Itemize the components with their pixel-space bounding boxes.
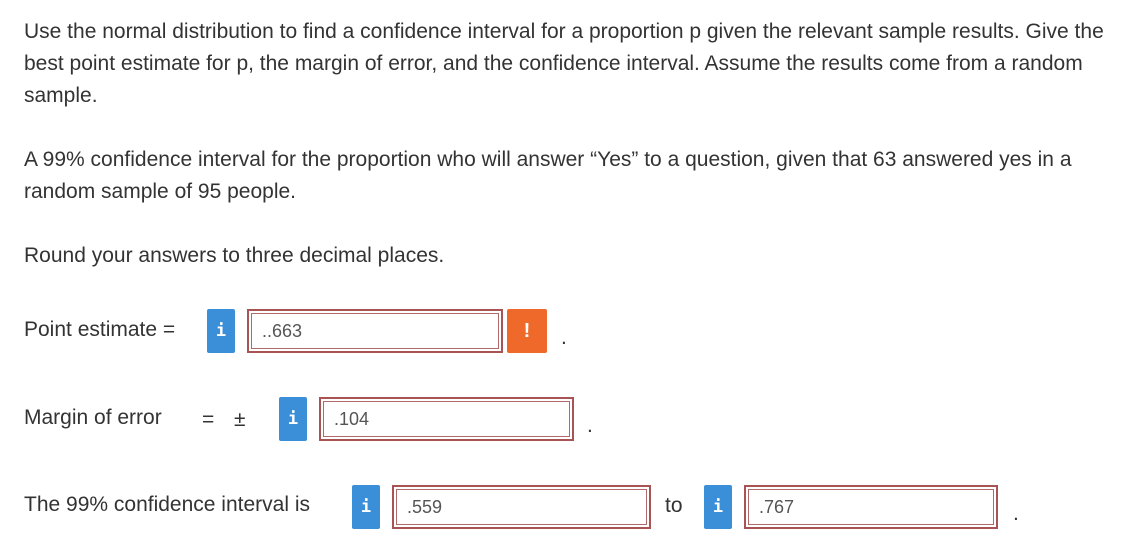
margin-of-error-info-icon[interactable]: i	[279, 397, 307, 441]
ci-period: .	[1013, 502, 1019, 525]
margin-of-error-period: .	[587, 414, 593, 437]
ci-upper-input[interactable]: .767	[744, 485, 998, 529]
ci-lower-value: .559	[396, 489, 647, 525]
margin-of-error-label: Margin of error	[24, 406, 162, 429]
question-intro: Use the normal distribution to find a co…	[24, 20, 1104, 107]
margin-of-error-input[interactable]: .104	[319, 397, 574, 441]
ci-connector-to: to	[665, 494, 683, 517]
ci-upper-value: .767	[748, 489, 994, 525]
point-estimate-period: .	[561, 326, 567, 349]
plus-minus-sign: ±	[234, 408, 246, 431]
point-estimate-value: ..663	[251, 313, 499, 349]
equals-sign: =	[202, 408, 215, 431]
ci-upper-info-icon[interactable]: i	[704, 485, 732, 529]
ci-lower-info-icon[interactable]: i	[352, 485, 380, 529]
rounding-instruction: Round your answers to three decimal plac…	[24, 244, 445, 267]
question-scenario: A 99% confidence interval for the propor…	[24, 148, 1072, 203]
point-estimate-input[interactable]: ..663	[247, 309, 503, 353]
point-estimate-label: Point estimate =	[24, 318, 176, 341]
point-estimate-warning-icon[interactable]: !	[507, 309, 547, 353]
confidence-interval-label: The 99% confidence interval is	[24, 493, 310, 516]
ci-lower-input[interactable]: .559	[392, 485, 651, 529]
margin-of-error-value: .104	[323, 401, 570, 437]
point-estimate-info-icon[interactable]: i	[207, 309, 235, 353]
